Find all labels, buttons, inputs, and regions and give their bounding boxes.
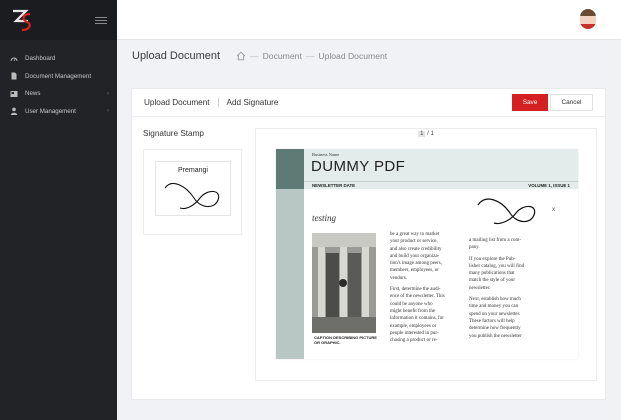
- pdf-volume: VOLUME 1, ISSUE 1: [528, 182, 570, 188]
- pdf-caption: CAPTION DESCRIBING PICTURE OR GRAPHIC.: [314, 335, 377, 345]
- pdf-page[interactable]: Business Name DUMMY PDF NEWSLETTER DATE …: [276, 149, 578, 359]
- home-icon[interactable]: [236, 51, 246, 61]
- sidebar-item-label: User Management: [25, 107, 76, 115]
- chevron-right-icon: ›: [107, 90, 109, 97]
- pdf-paragraph: First, determine the audi- ence of the n…: [390, 287, 445, 344]
- signature-drawing: [477, 198, 536, 225]
- breadcrumb-separator: —: [305, 51, 315, 61]
- breadcrumb-separator: —: [250, 51, 259, 61]
- sidebar-item-label: Dashboard: [25, 55, 56, 63]
- signature-stamp[interactable]: Premangi: [155, 161, 231, 216]
- page-separator: /: [427, 131, 429, 137]
- signature-stamp-panel: Premangi: [143, 149, 242, 235]
- total-pages: 1: [430, 131, 434, 137]
- current-page-field[interactable]: 1: [418, 131, 426, 137]
- menu-toggle-icon[interactable]: [95, 16, 107, 24]
- breadcrumb-item-upload-document: Upload Document: [318, 51, 388, 61]
- pdf-newsletter-date: NEWSLETTER DATE: [312, 182, 356, 188]
- remove-signature-icon[interactable]: x: [552, 207, 555, 213]
- pdf-paragraph: be a great way to market your product or…: [390, 232, 442, 281]
- save-button[interactable]: Save: [512, 94, 548, 111]
- sidebar-item-label: News: [25, 90, 41, 98]
- page-title: Upload Document: [132, 50, 221, 62]
- dashboard-icon: [10, 55, 18, 63]
- zs-logo-icon[interactable]: [10, 8, 34, 32]
- pdf-column-1: be a great way to market your product or…: [390, 231, 476, 348]
- tab-upload-document[interactable]: Upload Document: [144, 98, 210, 107]
- placed-signature[interactable]: [472, 191, 548, 229]
- pdf-business-name: Business Name: [312, 152, 340, 157]
- document-icon: [10, 72, 18, 80]
- sidebar-header: [0, 0, 117, 40]
- signature-drawing: [164, 183, 220, 210]
- chevron-right-icon: ›: [107, 108, 109, 115]
- building-photo: [312, 233, 376, 333]
- sidebar-item-dashboard[interactable]: Dashboard: [0, 50, 117, 68]
- breadcrumb: — Document — Upload Document: [236, 51, 387, 61]
- pdf-testing-heading: testing: [312, 213, 336, 223]
- news-icon: [10, 90, 18, 98]
- signature-stamp-title: Signature Stamp: [143, 129, 204, 138]
- cancel-button[interactable]: Cancel: [550, 94, 593, 111]
- tab-divider: [217, 98, 219, 107]
- pdf-side-pattern: [276, 189, 304, 359]
- card-header: Upload Document Add Signature Save Cance…: [132, 89, 605, 117]
- pdf-paragraph: If you explore the Pub- lisher catalog, …: [469, 256, 525, 291]
- pdf-title: DUMMY PDF: [311, 158, 406, 175]
- stamp-name: Premangi: [178, 167, 208, 174]
- top-bar: [117, 0, 621, 40]
- pdf-paragraph: a mailing list from a com- pany.: [469, 238, 522, 251]
- pdf-paragraph: Next, establish how much time and money …: [469, 297, 522, 339]
- sidebar-item-news[interactable]: News ›: [0, 85, 117, 103]
- page-indicator: 1 / 1: [256, 131, 596, 137]
- pdf-column-2: a mailing list from a com- pany. If you …: [469, 237, 553, 344]
- upload-card: Upload Document Add Signature Save Cance…: [131, 88, 606, 400]
- pdf-viewer[interactable]: 1 / 1 Business Name DUMMY PDF NEWSLETTER…: [255, 128, 597, 381]
- sidebar-nav: Dashboard Document Management News › Use…: [0, 40, 117, 120]
- sidebar: Dashboard Document Management News › Use…: [0, 0, 117, 420]
- sidebar-item-document-management[interactable]: Document Management: [0, 68, 117, 86]
- breadcrumb-item-document[interactable]: Document: [263, 51, 302, 61]
- tab-add-signature[interactable]: Add Signature: [227, 98, 279, 107]
- avatar[interactable]: [580, 9, 596, 29]
- sidebar-item-label: Document Management: [25, 72, 92, 80]
- sidebar-item-user-management[interactable]: User Management ›: [0, 103, 117, 121]
- user-icon: [10, 107, 18, 116]
